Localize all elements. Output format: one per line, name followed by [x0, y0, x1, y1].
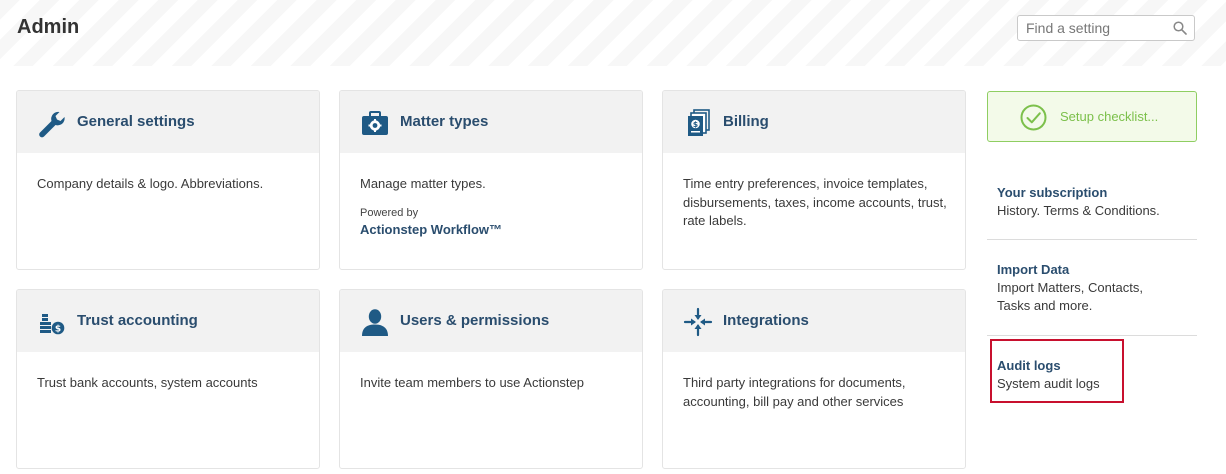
card-title[interactable]: Integrations — [723, 312, 809, 329]
search-icon[interactable] — [1173, 21, 1187, 35]
divider — [987, 239, 1197, 240]
sidebar-item-title[interactable]: Import Data — [997, 261, 1177, 279]
card-trust-accounting[interactable]: $ Trust accounting Trust bank accounts, … — [16, 289, 320, 469]
arrows-in-icon — [683, 307, 713, 337]
sidebar-item-title[interactable]: Your subscription — [997, 184, 1207, 202]
card-title[interactable]: Users & permissions — [400, 312, 549, 329]
page-header: Admin — [0, 0, 1226, 66]
card-description: Company details & logo. Abbreviations. — [37, 176, 264, 191]
card-description: Time entry preferences, invoice template… — [683, 176, 947, 228]
search-input[interactable] — [1018, 16, 1176, 40]
card-description: Invite team members to use Actionstep — [360, 375, 584, 390]
card-title[interactable]: Matter types — [400, 113, 488, 130]
card-description: Third party integrations for documents, … — [683, 375, 906, 409]
coins-icon: $ — [40, 314, 65, 335]
card-matter-types[interactable]: Matter types Manage matter types. Powere… — [339, 90, 643, 270]
svg-text:$: $ — [693, 120, 698, 129]
user-icon — [362, 309, 388, 336]
sidebar-item-description: Import Matters, Contacts, Tasks and more… — [997, 280, 1143, 313]
actionstep-workflow-link[interactable]: Actionstep Workflow™ — [360, 222, 502, 237]
card-header: $ Billing — [663, 91, 965, 153]
search-box[interactable] — [1017, 15, 1195, 41]
divider — [987, 335, 1197, 336]
sidebar-item-description: History. Terms & Conditions. — [997, 203, 1160, 218]
card-integrations[interactable]: Integrations Third party integrations fo… — [662, 289, 966, 469]
page-title: Admin — [17, 16, 80, 38]
card-title[interactable]: Billing — [723, 113, 769, 130]
sidebar-item-import-data[interactable]: Import Data Import Matters, Contacts, Ta… — [997, 261, 1177, 315]
wrench-icon — [39, 111, 65, 138]
card-billing[interactable]: $ Billing Time entry preferences, invoic… — [662, 90, 966, 270]
card-users-permissions[interactable]: Users & permissions Invite team members … — [339, 289, 643, 469]
sidebar-item-subscription[interactable]: Your subscription History. Terms & Condi… — [997, 184, 1207, 220]
check-circle-icon — [1020, 104, 1047, 131]
invoice-icon: $ — [688, 109, 710, 136]
card-header: Integrations — [663, 290, 965, 352]
card-title[interactable]: General settings — [77, 113, 195, 130]
setup-checklist-label: Setup checklist... — [1060, 109, 1159, 124]
setup-checklist-button[interactable]: Setup checklist... — [987, 91, 1197, 142]
highlight-box — [990, 339, 1124, 403]
card-header: General settings — [17, 91, 319, 153]
powered-by-label: Powered by — [360, 207, 419, 219]
card-header: $ Trust accounting — [17, 290, 319, 352]
card-description: Manage matter types. — [360, 176, 486, 191]
card-general-settings[interactable]: General settings Company details & logo.… — [16, 90, 320, 270]
card-header: Matter types — [340, 91, 642, 153]
svg-text:$: $ — [55, 325, 61, 335]
toolbox-icon — [362, 111, 388, 135]
card-description: Trust bank accounts, system accounts — [37, 375, 258, 390]
card-header: Users & permissions — [340, 290, 642, 352]
card-title[interactable]: Trust accounting — [77, 312, 198, 329]
